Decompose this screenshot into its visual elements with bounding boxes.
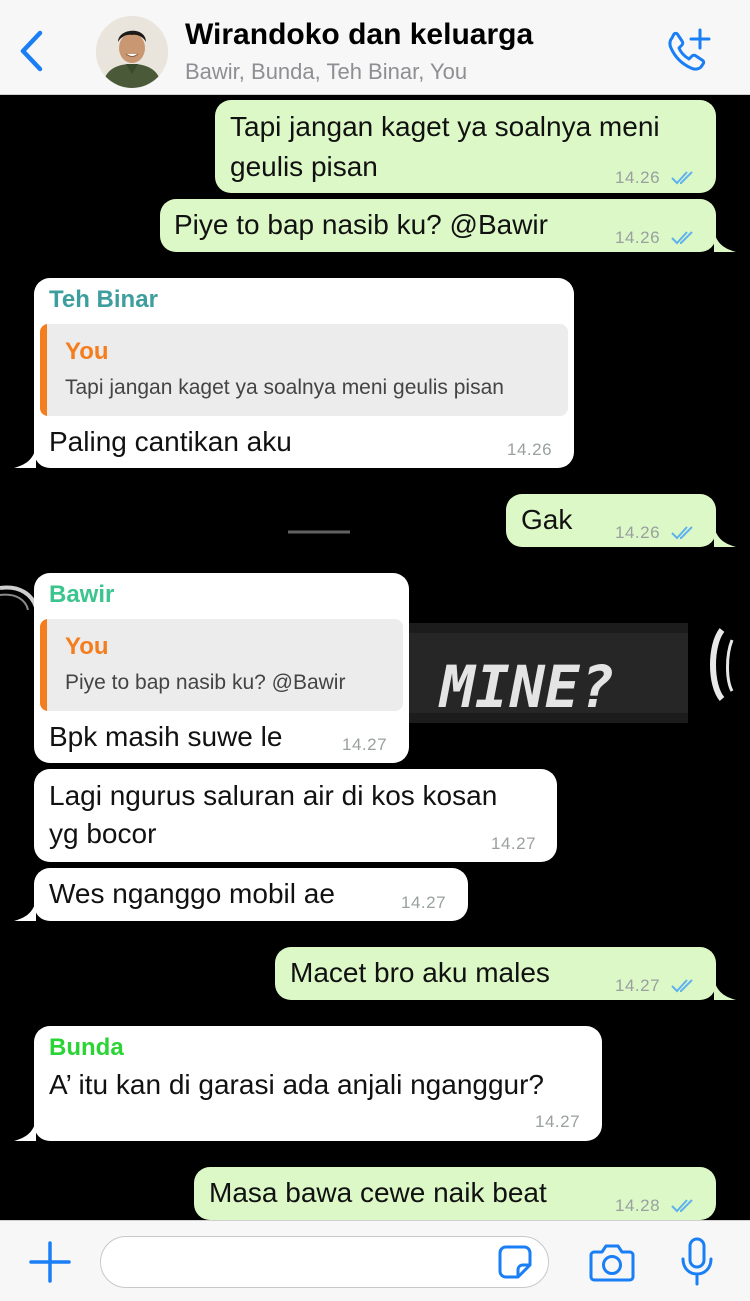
back-button[interactable] [14,26,50,76]
chat-header: Wirandoko dan keluarga Bawir, Bunda, Teh… [0,0,750,95]
message-time: 14.26 [507,440,553,459]
bubble-tail [14,1119,36,1141]
message-text: Gak [521,504,573,535]
bubble-tail [714,978,736,1000]
sticker-icon [498,1245,532,1279]
message-text: A’ itu kan di garasi ada anjali nganggur… [49,1069,545,1100]
quote-bar [40,324,47,416]
quote-text: Piye to bap nasib ku? @Bawir [65,671,346,694]
read-ticks-icon [671,231,693,245]
sender-name: Bunda [49,1034,124,1061]
read-ticks-icon [671,526,693,540]
incoming-message[interactable]: Bunda A’ itu kan di garasi ada anjali ng… [14,1026,602,1141]
add-call-button[interactable] [662,26,714,76]
quote-bar [40,619,47,711]
message-text: Lagi ngurus saluran air di kos kosan [49,780,498,811]
message-list[interactable]: MINE? Tapi jangan kaget ya soalnya meni … [0,95,750,1220]
incoming-message[interactable]: Teh Binar You Tapi jangan kaget ya soaln… [14,278,574,468]
quote-author: You [65,633,109,660]
bubble-tail [14,446,36,468]
voice-record-button[interactable] [680,1237,714,1287]
bubble-tail [714,525,736,547]
message-text: yg bocor [49,818,157,849]
message-text: Wes nganggo mobil ae [49,878,335,909]
message-time: 14.27 [342,735,388,754]
sender-name: Bawir [49,581,115,608]
incoming-message[interactable]: Wes nganggo mobil ae 14.27 [14,868,468,921]
sender-name: Teh Binar [49,286,158,313]
message-text: Tapi jangan kaget ya soalnya meni [230,111,660,142]
message-text: Bpk masih suwe le [49,721,283,752]
plus-icon [29,1241,71,1283]
message-time: 14.26 [615,168,661,187]
bubble-tail [14,899,36,921]
wallpaper-text: MINE? [438,653,615,721]
message-text: Macet bro aku males [290,957,550,988]
camera-icon [589,1244,635,1282]
message-time: 14.28 [615,1196,661,1215]
outgoing-message[interactable]: Macet bro aku males 14.27 [275,947,736,1000]
chat-title[interactable]: Wirandoko dan keluarga [185,18,533,52]
message-time: 14.27 [615,976,661,995]
participants-list[interactable]: Bawir, Bunda, Teh Binar, You [185,59,467,85]
outgoing-message[interactable]: Gak 14.26 [506,494,736,547]
microphone-icon [681,1237,713,1286]
message-input[interactable] [100,1236,549,1288]
incoming-message[interactable]: Bawir You Piye to bap nasib ku? @Bawir B… [34,573,409,763]
attach-button[interactable] [28,1240,72,1284]
quoted-message[interactable]: You Piye to bap nasib ku? @Bawir [40,619,403,711]
avatar-image [96,16,168,88]
read-ticks-icon [671,1199,693,1213]
quote-text: Tapi jangan kaget ya soalnya meni geulis… [65,376,504,399]
message-text: Piye to bap nasib ku? @Bawir [174,209,548,240]
message-time: 14.27 [401,893,447,912]
outgoing-message[interactable]: Tapi jangan kaget ya soalnya meni geulis… [215,100,716,193]
bubble-tail [714,230,736,252]
message-text: Paling cantikan aku [49,426,292,457]
sticker-button[interactable] [497,1244,533,1280]
message-text: geulis pisan [230,151,378,182]
camera-button[interactable] [589,1241,635,1283]
read-ticks-icon [671,979,693,993]
read-ticks-icon [671,171,693,185]
outgoing-message[interactable]: Masa bawa cewe naik beat 14.28 [194,1167,716,1220]
chevron-left-icon [20,30,43,72]
quoted-message[interactable]: You Tapi jangan kaget ya soalnya meni ge… [40,324,568,416]
composer-bar [0,1220,750,1301]
message-time: 14.26 [615,228,661,247]
incoming-message[interactable]: Lagi ngurus saluran air di kos kosan yg … [34,769,557,862]
message-text: Masa bawa cewe naik beat [209,1177,547,1208]
group-avatar[interactable] [96,16,168,88]
message-time: 14.27 [535,1112,581,1131]
message-time: 14.27 [491,834,537,853]
outgoing-message[interactable]: Piye to bap nasib ku? @Bawir 14.26 [160,199,736,252]
phone-add-icon [668,28,711,71]
message-time: 14.26 [615,523,661,542]
quote-author: You [65,338,109,365]
